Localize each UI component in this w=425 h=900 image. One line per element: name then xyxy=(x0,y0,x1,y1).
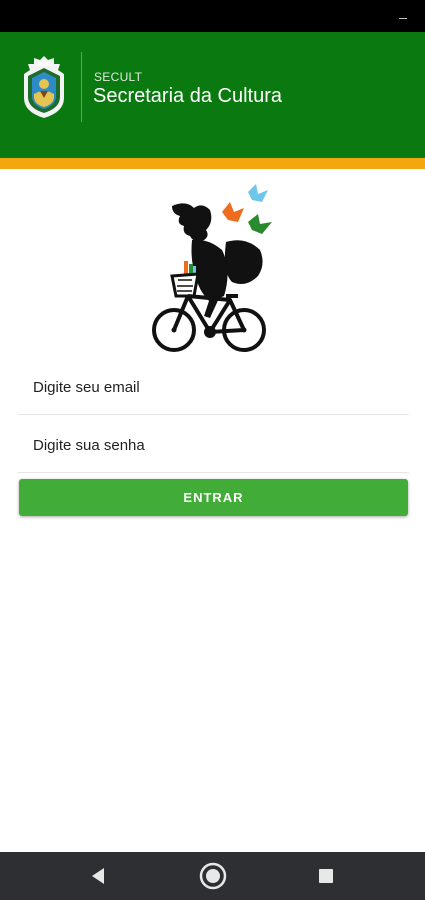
status-bar-indicator xyxy=(399,18,407,19)
girl-on-bicycle-with-butterflies-logo xyxy=(152,184,272,352)
status-bar xyxy=(0,0,425,32)
system-navigation-bar xyxy=(0,852,425,900)
password-field[interactable] xyxy=(18,418,409,473)
email-field[interactable] xyxy=(18,360,409,415)
nav-back-icon xyxy=(92,868,104,884)
nav-recent-apps-icon xyxy=(319,869,333,883)
nav-recent-apps-button[interactable] xyxy=(306,860,346,892)
nav-back-button[interactable] xyxy=(78,860,118,892)
login-button[interactable]: ENTRAR xyxy=(19,479,408,516)
nav-home-button[interactable] xyxy=(193,860,233,892)
brand-title: Secretaria da Cultura xyxy=(93,85,282,107)
header-divider xyxy=(81,52,82,122)
password-input[interactable] xyxy=(33,418,393,472)
brand-acronym: SECULT xyxy=(94,70,143,84)
nav-home-icon xyxy=(199,862,227,890)
state-coat-of-arms-icon xyxy=(24,56,64,118)
header-accent-stripe xyxy=(0,158,425,169)
app-header: SECULT Secretaria da Cultura xyxy=(0,32,425,158)
email-input[interactable] xyxy=(33,360,393,414)
